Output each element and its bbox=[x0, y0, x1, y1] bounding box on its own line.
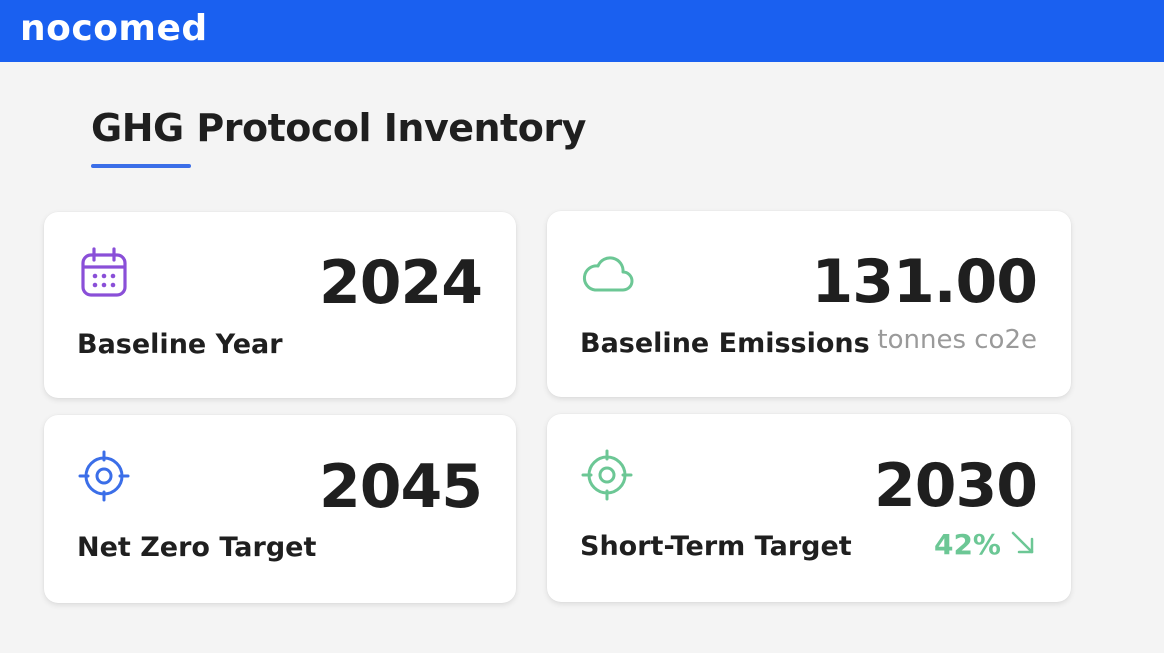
net-zero-target-card: 2045 Net Zero Target bbox=[44, 415, 516, 603]
calendar-icon bbox=[80, 247, 128, 303]
target-icon bbox=[581, 449, 633, 505]
short-term-target-value: 2030 bbox=[874, 451, 1038, 521]
cloud-icon bbox=[581, 253, 635, 297]
target-icon bbox=[78, 450, 130, 506]
net-zero-target-value: 2045 bbox=[319, 452, 483, 522]
baseline-emissions-value: 131.00 bbox=[811, 247, 1038, 317]
app-logo[interactable]: nocomed bbox=[20, 8, 208, 49]
emissions-unit: tonnes co2e bbox=[877, 325, 1037, 355]
baseline-year-value: 2024 bbox=[319, 248, 483, 318]
baseline-year-label: Baseline Year bbox=[77, 329, 283, 360]
arrow-down-right-icon bbox=[1009, 529, 1037, 561]
baseline-emissions-label: Baseline Emissions bbox=[580, 328, 870, 359]
top-bar: nocomed bbox=[0, 0, 1164, 62]
reduction-indicator: 42% bbox=[934, 528, 1037, 561]
page-title: GHG Protocol Inventory bbox=[91, 106, 586, 150]
baseline-emissions-card: 131.00 Baseline Emissions tonnes co2e bbox=[547, 211, 1071, 397]
baseline-year-card: 2024 Baseline Year bbox=[44, 212, 516, 398]
net-zero-target-label: Net Zero Target bbox=[77, 532, 317, 563]
short-term-target-label: Short-Term Target bbox=[580, 531, 852, 562]
title-underline bbox=[91, 164, 191, 168]
short-term-target-card: 2030 Short-Term Target 42% bbox=[547, 414, 1071, 602]
reduction-percent: 42% bbox=[933, 528, 1001, 561]
